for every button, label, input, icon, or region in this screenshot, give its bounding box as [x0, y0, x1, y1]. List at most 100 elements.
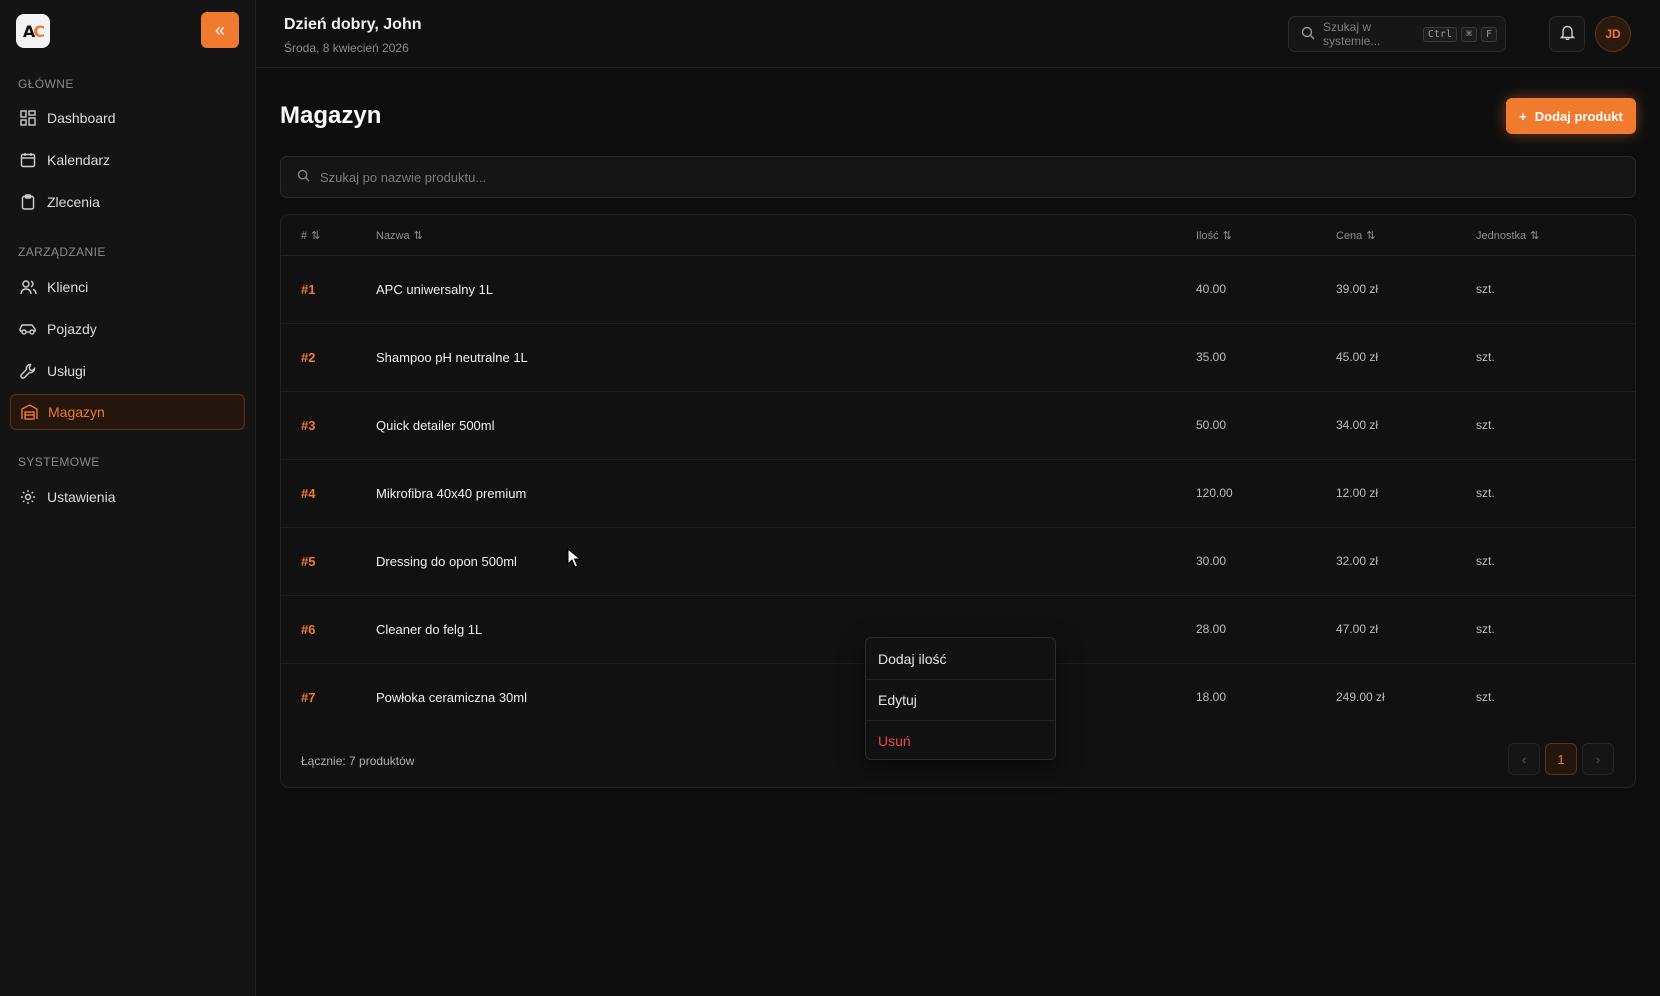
- section-label-main: GŁÓWNE: [18, 77, 74, 91]
- row-context-menu: Dodaj ilość Edytuj Usuń: [865, 637, 1056, 760]
- notifications-button[interactable]: [1549, 16, 1585, 52]
- sidebar-item-clients[interactable]: Klienci: [10, 269, 245, 305]
- sort-icon: ⇅: [1530, 230, 1540, 242]
- row-quantity: 18.00: [1196, 690, 1227, 704]
- warehouse-icon: [20, 403, 38, 421]
- row-quantity: 40.00: [1196, 282, 1227, 296]
- row-unit: szt.: [1476, 486, 1495, 500]
- sidebar-item-warehouse[interactable]: Magazyn: [10, 394, 245, 430]
- table-row[interactable]: #2 Shampoo pH neutralne 1L 35.00 45.00 z…: [281, 324, 1635, 392]
- sidebar-item-label: Klienci: [47, 279, 89, 295]
- column-header-price[interactable]: Cena ⇅: [1336, 229, 1376, 242]
- context-menu-add-quantity[interactable]: Dodaj ilość: [866, 638, 1055, 679]
- chevron-left-icon: ‹: [1521, 751, 1527, 767]
- sidebar-item-calendar[interactable]: Kalendarz: [10, 142, 245, 178]
- dashboard-icon: [19, 109, 37, 127]
- sidebar-item-orders[interactable]: Zlecenia: [10, 184, 245, 220]
- table-row[interactable]: #3 Quick detailer 500ml 50.00 34.00 zł s…: [281, 392, 1635, 460]
- collapse-sidebar-button[interactable]: «: [201, 12, 239, 48]
- double-chevron-left-icon: «: [214, 19, 225, 40]
- column-header-id[interactable]: # ⇅: [301, 229, 320, 242]
- context-menu-edit[interactable]: Edytuj: [866, 679, 1055, 720]
- row-id: #2: [301, 350, 316, 365]
- column-header-quantity[interactable]: Ilość ⇅: [1196, 229, 1232, 242]
- row-id: #3: [301, 418, 316, 433]
- row-unit: szt.: [1476, 282, 1495, 296]
- row-id: #6: [301, 622, 316, 637]
- mouse-cursor-icon: [567, 548, 581, 568]
- shortcut-key-f: F: [1480, 26, 1497, 42]
- row-id: #7: [301, 690, 316, 705]
- user-avatar[interactable]: JD: [1595, 16, 1631, 52]
- row-quantity: 35.00: [1196, 350, 1227, 364]
- global-search-placeholder: Szukaj w systemie...: [1323, 20, 1381, 48]
- sidebar-item-services[interactable]: Usługi: [10, 353, 245, 389]
- prev-page-button[interactable]: ‹: [1508, 743, 1540, 775]
- column-header-name[interactable]: Nazwa ⇅: [376, 229, 423, 242]
- column-header-unit[interactable]: Jednostka ⇅: [1476, 229, 1539, 242]
- shortcut-key-ctrl: Ctrl: [1422, 26, 1457, 42]
- add-product-label: Dodaj produkt: [1534, 108, 1623, 124]
- row-name: Dressing do opon 500ml: [376, 554, 517, 569]
- sort-icon: ⇅: [1366, 230, 1376, 242]
- sort-icon: ⇅: [413, 230, 423, 242]
- row-unit: szt.: [1476, 622, 1495, 636]
- row-name: Powłoka ceramiczna 30ml: [376, 690, 528, 705]
- row-unit: szt.: [1476, 350, 1495, 364]
- section-label-system: SYSTEMOWE: [18, 455, 100, 469]
- row-quantity: 28.00: [1196, 622, 1227, 636]
- row-name: APC uniwersalny 1L: [376, 282, 494, 297]
- table-row[interactable]: #4 Mikrofibra 40x40 premium 120.00 12.00…: [281, 460, 1635, 528]
- row-id: #5: [301, 554, 316, 569]
- products-total-count: Łącznie: 7 produktów: [301, 754, 415, 768]
- bell-icon: [1559, 24, 1575, 45]
- table-row[interactable]: #5 Dressing do opon 500ml 30.00 32.00 zł…: [281, 528, 1635, 596]
- sidebar-item-label: Ustawienia: [47, 489, 116, 505]
- current-date: Środa, 8 kwiecień 2026: [284, 41, 409, 55]
- row-id: #4: [301, 486, 316, 501]
- row-price: 45.00 zł: [1336, 350, 1379, 364]
- row-unit: szt.: [1476, 690, 1495, 704]
- page-title: Magazyn: [280, 102, 382, 129]
- table-header: # ⇅ Nazwa ⇅ Ilość ⇅ Cena ⇅ Jednostka ⇅: [281, 215, 1635, 256]
- topbar: Dzień dobry, John Środa, 8 kwiecień 2026…: [256, 0, 1660, 68]
- row-price: 32.00 zł: [1336, 554, 1379, 568]
- row-name: Mikrofibra 40x40 premium: [376, 486, 527, 501]
- product-search-input[interactable]: [320, 169, 920, 185]
- context-menu-delete[interactable]: Usuń: [866, 720, 1055, 761]
- calendar-icon: [19, 151, 37, 169]
- product-search-field[interactable]: [280, 156, 1636, 198]
- global-search-input[interactable]: Szukaj w systemie... Ctrl ⌘ F: [1288, 16, 1506, 52]
- wrench-icon: [19, 362, 37, 380]
- sidebar-item-settings[interactable]: Ustawienia: [10, 479, 245, 515]
- sidebar-item-vehicles[interactable]: Pojazdy: [10, 311, 245, 347]
- shortcut-key-cmd: ⌘: [1460, 26, 1477, 42]
- sidebar-item-label: Usługi: [47, 363, 86, 379]
- clipboard-icon: [19, 193, 37, 211]
- row-name: Cleaner do felg 1L: [376, 622, 483, 637]
- row-price: 39.00 zł: [1336, 282, 1379, 296]
- sidebar-item-label: Dashboard: [47, 110, 116, 126]
- greeting-text: Dzień dobry, John: [284, 16, 422, 33]
- row-unit: szt.: [1476, 418, 1495, 432]
- app-logo[interactable]: AC: [16, 14, 50, 48]
- row-unit: szt.: [1476, 554, 1495, 568]
- row-quantity: 30.00: [1196, 554, 1227, 568]
- row-quantity: 120.00: [1196, 486, 1233, 500]
- chevron-right-icon: ›: [1595, 751, 1601, 767]
- sidebar-item-label: Zlecenia: [47, 194, 100, 210]
- next-page-button[interactable]: ›: [1582, 743, 1614, 775]
- users-icon: [19, 278, 37, 296]
- sidebar-item-dashboard[interactable]: Dashboard: [10, 100, 245, 136]
- add-product-button[interactable]: + Dodaj produkt: [1506, 98, 1636, 134]
- plus-icon: +: [1519, 108, 1527, 124]
- table-row[interactable]: #1 APC uniwersalny 1L 40.00 39.00 zł szt…: [281, 256, 1635, 324]
- row-name: Quick detailer 500ml: [376, 418, 495, 433]
- sidebar-item-label: Kalendarz: [47, 152, 111, 168]
- sidebar: AC « GŁÓWNE Dashboard Kalendarz Zlecenia…: [0, 0, 256, 996]
- page-button-current[interactable]: 1: [1545, 743, 1577, 775]
- row-name: Shampoo pH neutralne 1L: [376, 350, 528, 365]
- search-icon: [297, 169, 310, 185]
- row-price: 249.00 zł: [1336, 690, 1385, 704]
- row-price: 47.00 zł: [1336, 622, 1379, 636]
